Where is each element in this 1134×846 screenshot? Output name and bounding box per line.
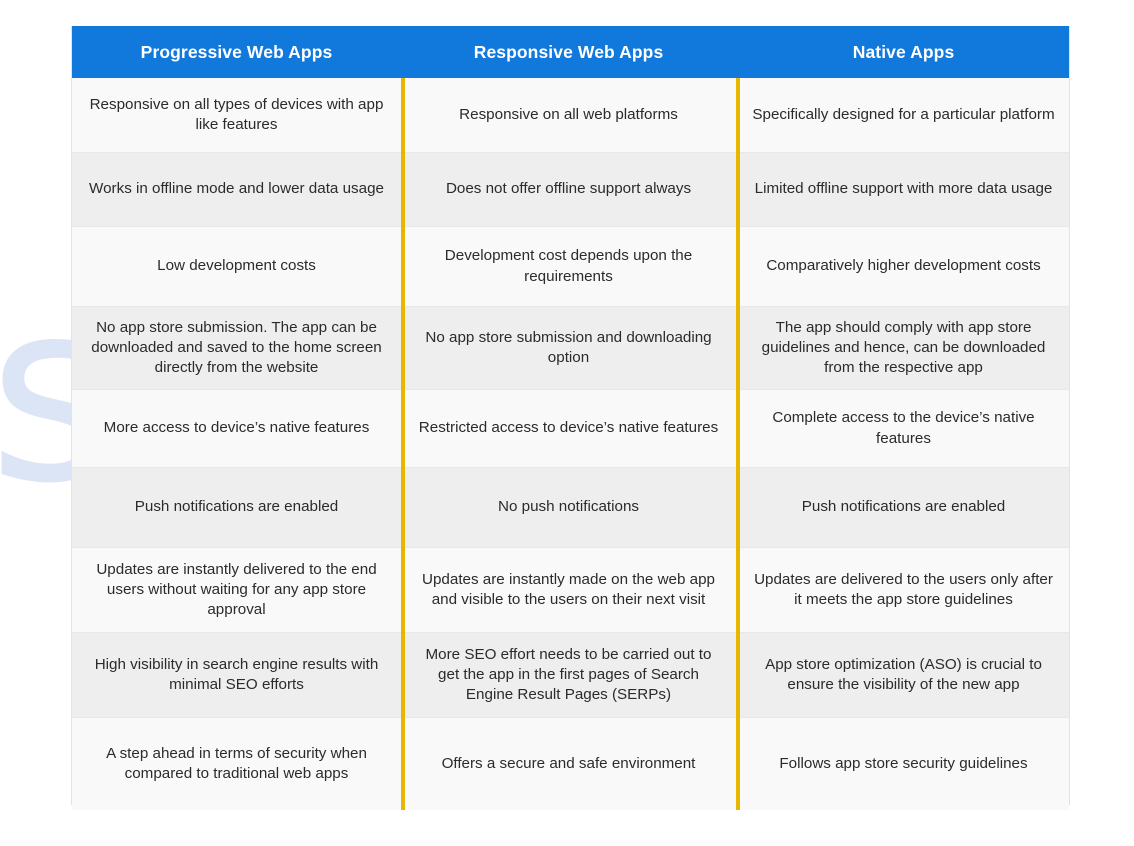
cell: Follows app store security guidelines [779,754,1028,772]
table-row: High visibility in search engine results… [72,633,1069,718]
cell: Push notifications are enabled [134,498,339,516]
cell: Low development costs [157,257,316,275]
table-row: Works in offline mode and lower data usa… [72,153,1069,227]
table-body: Responsive on all types of devices with … [72,78,1069,810]
table-row: A step ahead in terms of security when c… [72,718,1069,810]
cell: Offers a secure and safe environment [441,754,696,772]
table-row: No app store submission. The app can be … [72,307,1069,390]
cell: Complete access to the device’s native f… [772,409,1035,447]
comparison-table: Progressive Web Apps Responsive Web Apps… [71,26,1070,810]
column-header-responsive-web-apps: Responsive Web Apps [473,41,664,62]
cell: App store optimization (ASO) is crucial … [765,655,1042,693]
column-header-progressive-web-apps: Progressive Web Apps [140,41,333,62]
cell: Specifically designed for a particular p… [752,105,1055,123]
cell: Works in offline mode and lower data usa… [89,180,384,198]
cell: Updates are instantly delivered to the e… [96,560,377,619]
cell: More access to device’s native features [103,419,370,437]
cell: Restricted access to device’s native fea… [418,419,719,437]
table-row: Responsive on all types of devices with … [72,78,1069,153]
cell: Push notifications are enabled [801,498,1006,516]
cell: More SEO effort needs to be carried out … [425,645,712,704]
cell: Does not offer offline support always [445,180,692,198]
cell: Development cost depends upon the requir… [444,247,693,285]
cell: Responsive on all types of devices with … [89,95,384,133]
table-row: Push notifications are enabled No push n… [72,468,1069,548]
table-row: More access to device’s native features … [72,390,1069,468]
table-row: Updates are instantly delivered to the e… [72,548,1069,633]
table-row: Low development costs Development cost d… [72,227,1069,307]
cell: Responsive on all web platforms [459,105,678,123]
cell: No app store submission and downloading … [425,328,712,366]
cell: No app store submission. The app can be … [91,318,382,377]
cell: A step ahead in terms of security when c… [106,744,367,782]
cell: No push notifications [498,498,639,516]
cell: Updates are instantly made on the web ap… [422,570,715,608]
cell: Updates are delivered to the users only … [754,570,1053,608]
cell: Limited offline support with more data u… [754,180,1053,198]
table-header-row: Progressive Web Apps Responsive Web Apps… [72,26,1069,78]
cell: The app should comply with app store gui… [761,318,1046,377]
cell: High visibility in search engine results… [94,655,379,693]
column-header-native-apps: Native Apps [852,41,955,62]
cell: Comparatively higher development costs [766,257,1041,275]
